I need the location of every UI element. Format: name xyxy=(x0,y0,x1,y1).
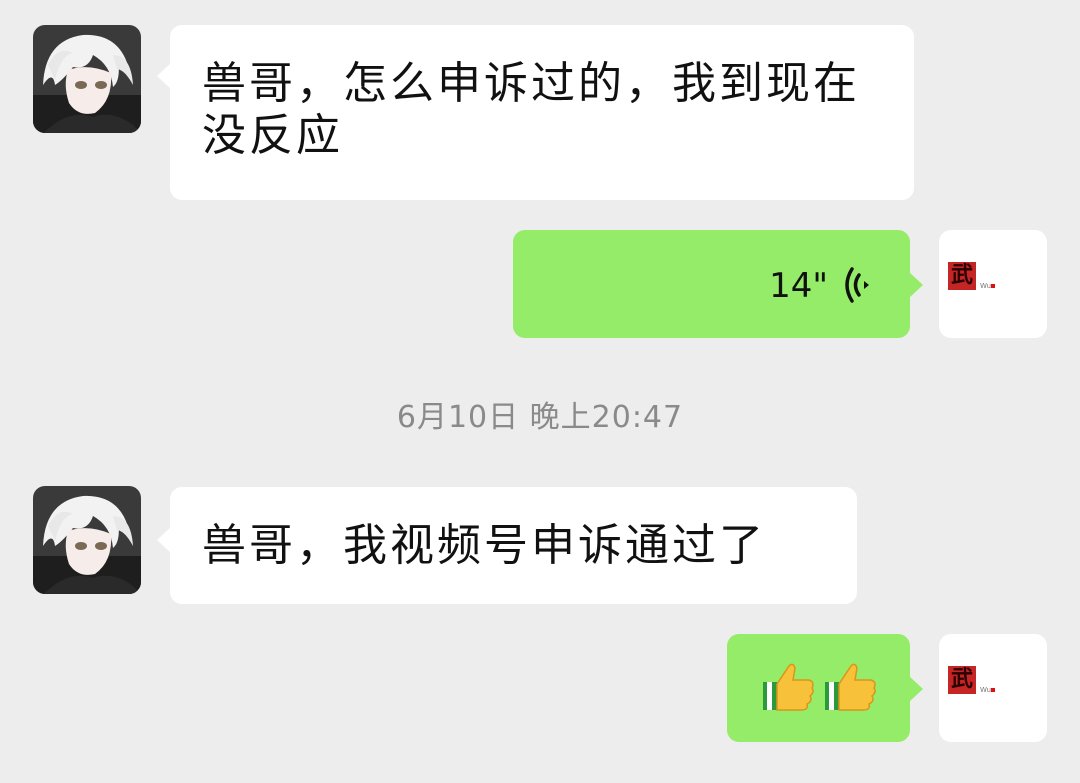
thumbs-up-icon xyxy=(761,658,815,718)
contact-avatar[interactable] xyxy=(33,486,141,594)
chat-window: 兽哥，怎么申诉过的，我到现在没反应 14" 武 Wu 6月10日 晚上20:47 xyxy=(0,0,1080,783)
my-avatar[interactable]: 武 Wu xyxy=(939,634,1047,742)
contact-avatar[interactable] xyxy=(33,25,141,133)
bubble-tail xyxy=(909,676,923,702)
seal-logo: 武 xyxy=(948,666,976,694)
message-bubble-incoming[interactable]: 兽哥，怎么申诉过的，我到现在没反应 xyxy=(170,25,914,200)
bubble-tail xyxy=(157,63,171,89)
seal-dot xyxy=(991,688,995,692)
seal-sub-mark: Wu xyxy=(980,282,992,290)
message-text: 兽哥，怎么申诉过的，我到现在没反应 xyxy=(202,58,860,161)
seal-logo: 武 xyxy=(948,262,976,290)
bubble-tail xyxy=(909,272,923,298)
voice-wave-icon xyxy=(842,264,876,310)
seal-sub-mark: Wu xyxy=(980,686,992,694)
emoji-row xyxy=(761,658,877,718)
thumbs-up-icon xyxy=(823,658,877,718)
timestamp: 6月10日 晚上20:47 xyxy=(396,400,684,435)
voice-message-bubble[interactable]: 14" xyxy=(513,230,910,338)
voice-duration: 14" xyxy=(769,266,828,306)
message-bubble-incoming[interactable]: 兽哥，我视频号申诉通过了 xyxy=(170,487,857,604)
message-text: 兽哥，我视频号申诉通过了 xyxy=(202,520,766,571)
bubble-tail xyxy=(157,527,171,553)
seal-dot xyxy=(991,284,995,288)
emoji-message-bubble[interactable] xyxy=(727,634,910,742)
my-avatar[interactable]: 武 Wu xyxy=(939,230,1047,338)
